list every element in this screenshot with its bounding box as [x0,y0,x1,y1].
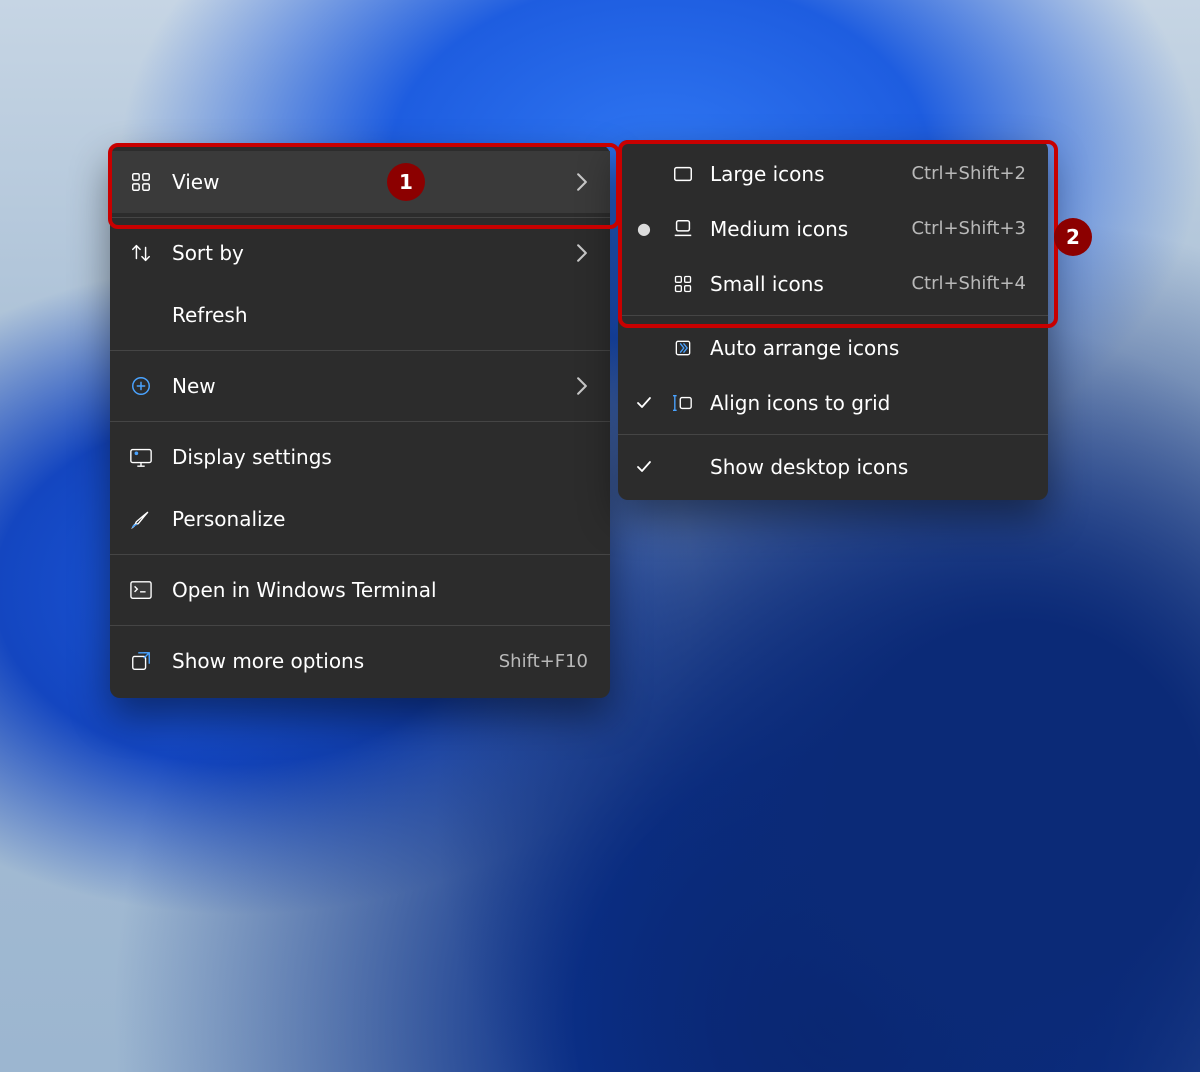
view-submenu: Large icons Ctrl+Shift+2 ● Medium icons … [618,140,1048,500]
align-grid-icon [670,390,696,416]
check-mark-checked [632,460,656,474]
menu-item-label: Display settings [172,445,588,469]
chevron-right-icon [576,173,588,191]
view-grid-icon [128,169,154,195]
menu-item-shortcut: Ctrl+Shift+4 [911,273,1026,294]
menu-item-label: Align icons to grid [710,391,1026,415]
annotation-badge-1: 1 [387,163,425,201]
large-icons-icon [670,161,696,187]
menu-item-show-more-options[interactable]: Show more options Shift+F10 [110,630,610,692]
menu-item-label: Personalize [172,507,588,531]
menu-item-label: Medium icons [710,217,897,241]
check-mark-checked [632,396,656,410]
radio-mark-selected: ● [632,219,656,238]
small-icons-icon [670,271,696,297]
menu-item-label: View [172,170,558,194]
menu-item-label: Show more options [172,649,481,673]
menu-item-sort-by[interactable]: Sort by [110,222,610,284]
display-settings-icon [128,444,154,470]
medium-icons-icon [670,216,696,242]
menu-item-label: Refresh [172,303,588,327]
desktop-context-menu: View Sort by Refresh New [110,145,610,698]
auto-arrange-icon [670,335,696,361]
menu-item-display-settings[interactable]: Display settings [110,426,610,488]
terminal-icon [128,577,154,603]
submenu-item-large-icons[interactable]: Large icons Ctrl+Shift+2 [618,146,1048,201]
menu-item-label: Auto arrange icons [710,336,1026,360]
menu-item-label: New [172,374,558,398]
menu-item-label: Open in Windows Terminal [172,578,588,602]
brush-icon [128,506,154,532]
separator [110,421,610,422]
separator [618,434,1048,435]
separator [618,315,1048,316]
blank-icon [128,302,154,328]
submenu-item-show-desktop-icons[interactable]: Show desktop icons [618,439,1048,494]
menu-item-refresh[interactable]: Refresh [110,284,610,346]
chevron-right-icon [576,377,588,395]
sort-icon [128,240,154,266]
separator [110,217,610,218]
separator [110,554,610,555]
menu-item-personalize[interactable]: Personalize [110,488,610,550]
menu-item-open-terminal[interactable]: Open in Windows Terminal [110,559,610,621]
menu-item-label: Small icons [710,272,897,296]
plus-circle-icon [128,373,154,399]
submenu-item-auto-arrange[interactable]: Auto arrange icons [618,320,1048,375]
menu-item-shortcut: Ctrl+Shift+2 [911,163,1026,184]
menu-item-label: Large icons [710,162,897,186]
show-more-icon [128,648,154,674]
menu-item-view[interactable]: View [110,151,610,213]
menu-item-shortcut: Ctrl+Shift+3 [911,218,1026,239]
separator [110,625,610,626]
chevron-right-icon [576,244,588,262]
submenu-item-align-grid[interactable]: Align icons to grid [618,375,1048,430]
menu-item-new[interactable]: New [110,355,610,417]
separator [110,350,610,351]
menu-item-label: Sort by [172,241,558,265]
menu-item-shortcut: Shift+F10 [499,651,588,672]
annotation-badge-2: 2 [1054,218,1092,256]
blank-icon [670,454,696,480]
submenu-item-small-icons[interactable]: Small icons Ctrl+Shift+4 [618,256,1048,311]
submenu-item-medium-icons[interactable]: ● Medium icons Ctrl+Shift+3 [618,201,1048,256]
menu-item-label: Show desktop icons [710,455,1026,479]
